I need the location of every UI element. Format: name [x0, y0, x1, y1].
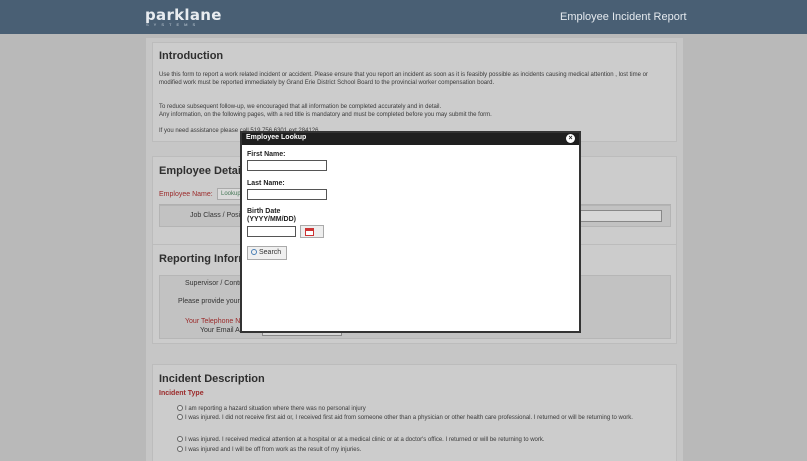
last-name-label: Last Name: [247, 180, 285, 187]
dialog-header: Employee Lookup × [242, 133, 579, 145]
first-name-label: First Name: [247, 151, 286, 158]
search-button[interactable]: Search [247, 246, 287, 260]
search-icon [251, 249, 257, 255]
employee-lookup-dialog: Employee Lookup × First Name: Last Name:… [240, 131, 581, 333]
calendar-icon [305, 228, 314, 236]
birth-date-format: (YYYY/MM/DD) [247, 216, 296, 223]
dialog-title: Employee Lookup [246, 134, 307, 141]
first-name-input[interactable] [247, 160, 327, 171]
close-icon[interactable]: × [566, 134, 575, 143]
birth-date-label: Birth Date [247, 208, 281, 215]
calendar-button[interactable] [300, 225, 324, 238]
last-name-input[interactable] [247, 189, 327, 200]
search-button-label: Search [259, 249, 282, 256]
birth-date-input[interactable] [247, 226, 296, 237]
